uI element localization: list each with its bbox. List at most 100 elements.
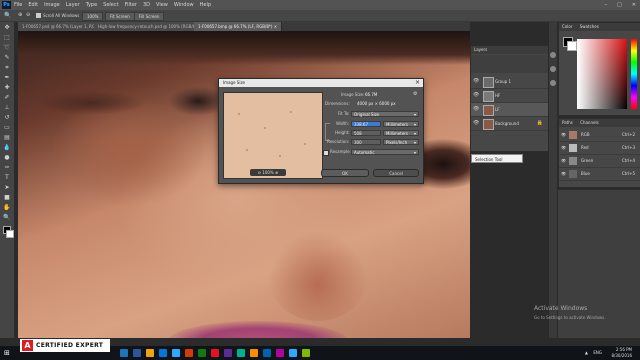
eye-icon[interactable]: 👁	[561, 129, 566, 141]
menu-help[interactable]: Help	[200, 0, 211, 10]
layer-row-background[interactable]: 👁 Background 🔒	[471, 117, 549, 131]
menu-filter[interactable]: Filter	[125, 0, 137, 10]
eye-icon[interactable]: 👁	[473, 121, 479, 126]
menu-view[interactable]: View	[156, 0, 168, 10]
quick-select-icon[interactable]: ✎	[3, 54, 11, 62]
width-unit-select[interactable]: Millimeters	[383, 121, 419, 128]
lasso-tool-icon[interactable]: ➰	[3, 44, 11, 52]
eyedropper-icon[interactable]: ✒	[3, 74, 11, 82]
ok-button[interactable]: OK	[321, 169, 369, 177]
eraser-icon[interactable]: ▭	[3, 124, 11, 132]
zoom-in-icon[interactable]: ⊕	[18, 10, 22, 21]
marquee-tool-icon[interactable]: ⬚	[3, 34, 11, 42]
channel-row-red[interactable]: 👁 Red Ctrl+3	[559, 142, 640, 155]
zoom-tool-side-icon[interactable]: 🔍	[3, 214, 11, 222]
menu-edit[interactable]: Edit	[28, 0, 38, 10]
scroll-all-checkbox[interactable]	[36, 13, 41, 18]
eye-icon[interactable]: 👁	[561, 142, 566, 154]
crop-tool-icon[interactable]: ⌗	[3, 64, 11, 72]
tab-swatches[interactable]: Swatches	[580, 24, 599, 29]
taskbar-app-icon[interactable]	[133, 349, 141, 357]
taskbar-app-icon[interactable]	[172, 349, 180, 357]
move-tool-icon[interactable]: ✥	[3, 24, 11, 32]
menu-window[interactable]: Window	[174, 0, 194, 10]
path-select-icon[interactable]: ➤	[3, 184, 11, 192]
eye-icon[interactable]: 👁	[473, 93, 479, 98]
layer-row-group[interactable]: 👁 Group 1	[471, 75, 549, 89]
eye-icon[interactable]: 👁	[561, 168, 566, 180]
shape-tool-icon[interactable]: ■	[3, 194, 11, 202]
fill-screen-button[interactable]: Fill Screen	[134, 12, 165, 21]
preview-zoom-control[interactable]: ⊖ 100% ⊕	[250, 169, 286, 176]
language-indicator[interactable]: ENG	[593, 350, 602, 355]
taskbar-app-icon[interactable]	[159, 349, 167, 357]
resample-checkbox[interactable]	[323, 150, 329, 156]
zoom-in-icon[interactable]: ⊕	[275, 170, 278, 175]
resolution-unit-select[interactable]: Pixels/Inch	[383, 139, 419, 146]
hue-slider[interactable]	[631, 39, 637, 109]
windows-start-icon[interactable]: ⊞	[4, 349, 10, 357]
menu-3d[interactable]: 3D	[143, 0, 150, 10]
zoom-100-button[interactable]: 100%	[82, 12, 104, 21]
cancel-button[interactable]: Cancel	[373, 169, 419, 177]
menu-layer[interactable]: Layer	[66, 0, 80, 10]
history-brush-icon[interactable]: ↺	[3, 114, 11, 122]
type-tool-icon[interactable]: T	[3, 174, 11, 182]
channel-row-green[interactable]: 👁 Green Ctrl+4	[559, 155, 640, 168]
panel-toggle-icon[interactable]	[550, 80, 556, 86]
height-input[interactable]: 508	[351, 130, 381, 136]
hand-tool-icon[interactable]: ✋	[3, 204, 11, 212]
healing-brush-icon[interactable]: ✚	[3, 84, 11, 92]
taskbar-app-icon[interactable]	[185, 349, 193, 357]
taskbar-app-icon[interactable]	[263, 349, 271, 357]
width-input[interactable]: 338.67	[351, 121, 381, 127]
blur-tool-icon[interactable]: 💧	[3, 144, 11, 152]
channel-row-rgb[interactable]: 👁 RGB Ctrl+2	[559, 129, 640, 142]
height-unit-select[interactable]: Millimeters	[383, 130, 419, 137]
brush-tool-icon[interactable]: ✐	[3, 94, 11, 102]
channel-row-blue[interactable]: 👁 Blue Ctrl+5	[559, 168, 640, 181]
menu-select[interactable]: Select	[103, 0, 118, 10]
panel-toggle-icon[interactable]	[550, 52, 556, 58]
settings-gear-icon[interactable]: ⚙	[413, 91, 417, 97]
clock-time[interactable]: 2:56 PM	[616, 347, 632, 352]
dialog-close-icon[interactable]: ×	[415, 79, 420, 87]
eye-icon[interactable]: 👁	[473, 107, 479, 112]
selection-tool-popup[interactable]: Selection Tool	[471, 154, 523, 163]
network-icon[interactable]: ▲	[585, 350, 588, 355]
image-preview[interactable]: ⊖ 100% ⊕	[223, 92, 323, 179]
clock-date[interactable]: 8/30/2016	[611, 353, 632, 358]
resample-select[interactable]: Automatic	[351, 149, 419, 156]
gradient-icon[interactable]: ▤	[3, 134, 11, 142]
menu-file[interactable]: File	[14, 0, 22, 10]
layers-tab[interactable]: Layers	[471, 46, 549, 54]
fit-to-select[interactable]: Original Size	[351, 111, 419, 118]
taskbar-app-icon[interactable]	[120, 349, 128, 357]
tab-color[interactable]: Color	[562, 24, 572, 29]
fit-screen-button[interactable]: Fit Screen	[105, 12, 135, 21]
minimize-icon[interactable]: –	[605, 0, 608, 10]
zoom-tool-icon[interactable]: 🔍	[4, 10, 11, 21]
taskbar-app-icon[interactable]	[224, 349, 232, 357]
taskbar-app-icon[interactable]	[302, 349, 310, 357]
taskbar-app-icon[interactable]	[198, 349, 206, 357]
panel-toggle-icon[interactable]	[550, 66, 556, 72]
tab-paths[interactable]: Paths	[562, 120, 573, 125]
maximize-icon[interactable]: □	[617, 0, 622, 10]
taskbar-app-icon[interactable]	[146, 349, 154, 357]
pen-tool-icon[interactable]: ✑	[3, 164, 11, 172]
taskbar-app-icon[interactable]	[250, 349, 258, 357]
background-color-swatch[interactable]	[6, 230, 14, 238]
layer-row-lf[interactable]: 👁 LF	[471, 103, 549, 117]
taskbar-app-icon[interactable]	[211, 349, 219, 357]
clone-stamp-icon[interactable]: ⊥	[3, 104, 11, 112]
menu-image[interactable]: Image	[44, 0, 60, 10]
eye-icon[interactable]: 👁	[473, 79, 479, 84]
menu-type[interactable]: Type	[86, 0, 97, 10]
taskbar-app-icon[interactable]	[237, 349, 245, 357]
tab-document-2[interactable]: High-low frequency-retouch.psd @ 100% (R…	[94, 22, 207, 31]
zoom-out-icon[interactable]: ⊖	[258, 170, 261, 175]
layer-row-hf[interactable]: 👁 HF	[471, 89, 549, 103]
eye-icon[interactable]: 👁	[561, 155, 566, 167]
color-picker-field[interactable]	[577, 39, 627, 109]
